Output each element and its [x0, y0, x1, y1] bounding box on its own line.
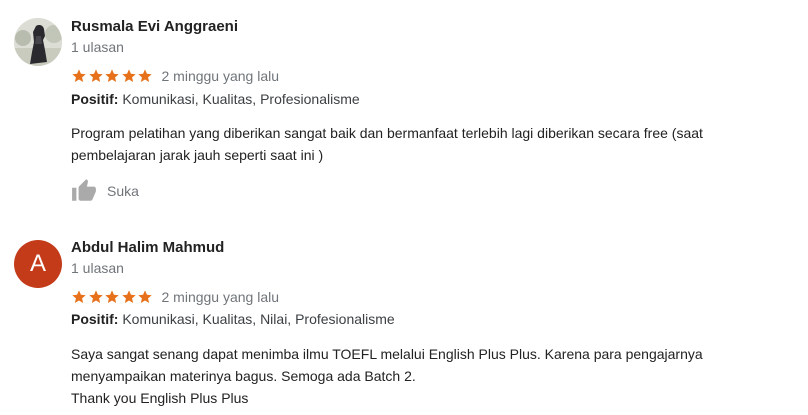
star-rating	[71, 289, 154, 305]
star-icon	[72, 290, 86, 303]
review-count: 1 ulasan	[71, 260, 124, 276]
review-text-line: Saya sangat senang dapat menimba ilmu TO…	[71, 346, 703, 362]
star-icon	[88, 290, 103, 303]
avatar[interactable]: A	[14, 240, 62, 288]
review-item: A Abdul Halim Mahmud 1 ulasan 2 minggu y…	[0, 0, 808, 415]
star-icon	[121, 290, 136, 303]
review-text: Saya sangat senang dapat menimba ilmu TO…	[71, 343, 801, 409]
reviewer-name[interactable]: Abdul Halim Mahmud	[71, 239, 224, 256]
rating-row: 2 minggu yang lalu	[71, 288, 279, 306]
positive-attributes: Positif: Komunikasi, Kualitas, Nilai, Pr…	[71, 311, 395, 327]
review-date: 2 minggu yang lalu	[161, 289, 280, 305]
positive-value: Komunikasi, Kualitas, Nilai, Profesional…	[122, 311, 395, 327]
review-text-line: menyampaikan materinya bagus. Semoga ada…	[71, 368, 416, 384]
review-text-line: Thank you English Plus Plus	[71, 390, 249, 406]
star-icon	[138, 290, 152, 303]
positive-label: Positif:	[71, 311, 119, 327]
star-icon	[105, 290, 119, 303]
